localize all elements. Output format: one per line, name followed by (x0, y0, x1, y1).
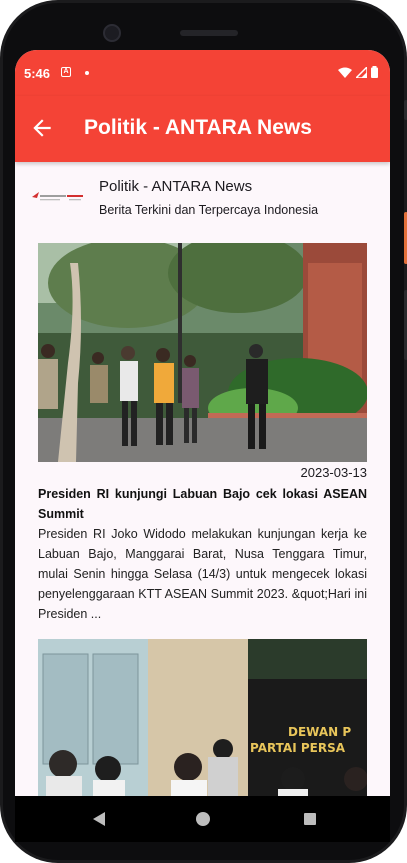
article-title[interactable]: Presiden RI kunjungi Labuan Bajo cek lok… (38, 484, 367, 524)
nav-home-icon[interactable] (196, 812, 210, 826)
banner-text: PARTAI PERSA (250, 741, 346, 755)
article-description: Presiden RI Joko Widodo melakukan kunjun… (38, 527, 367, 621)
article-image[interactable] (38, 243, 367, 462)
status-time: 5:46 (24, 66, 51, 81)
signal-icon (356, 66, 367, 78)
banner-text: DEWAN P (288, 725, 351, 739)
feed-subtitle: Berita Terkini dan Terpercaya Indonesia (99, 203, 319, 217)
notification-icon: A (61, 67, 71, 77)
app-screen: 5:46 A Politik - ANTARA News Politik - A… (15, 50, 390, 796)
app-bar: Politik - ANTARA News (15, 96, 390, 162)
feed-title: Politik - ANTARA News (99, 178, 253, 195)
front-camera (103, 24, 121, 42)
system-nav-bar (15, 796, 390, 842)
nav-recents-icon[interactable] (304, 813, 316, 825)
status-bar: 5:46 A (15, 50, 390, 96)
earpiece-speaker (180, 30, 238, 36)
article-date: 2023-03-13 (300, 465, 368, 480)
article-image[interactable]: DEWAN P PARTAI PERSA (38, 639, 368, 796)
page-title: Politik - ANTARA News (84, 116, 312, 139)
antara-logo-icon (32, 192, 83, 201)
arrow-left-icon[interactable] (29, 115, 55, 141)
nav-back-icon[interactable] (93, 812, 105, 826)
wifi-icon (338, 67, 352, 78)
battery-icon (371, 66, 378, 78)
article-card[interactable]: 2023-03-13 Presiden RI kunjungi Labuan B… (38, 243, 367, 624)
status-icons (338, 66, 378, 78)
notification-dot-icon (85, 71, 89, 75)
article-card[interactable]: DEWAN P PARTAI PERSA (38, 639, 368, 796)
feed-header: Politik - ANTARA News Berita Terkini dan… (15, 162, 390, 234)
